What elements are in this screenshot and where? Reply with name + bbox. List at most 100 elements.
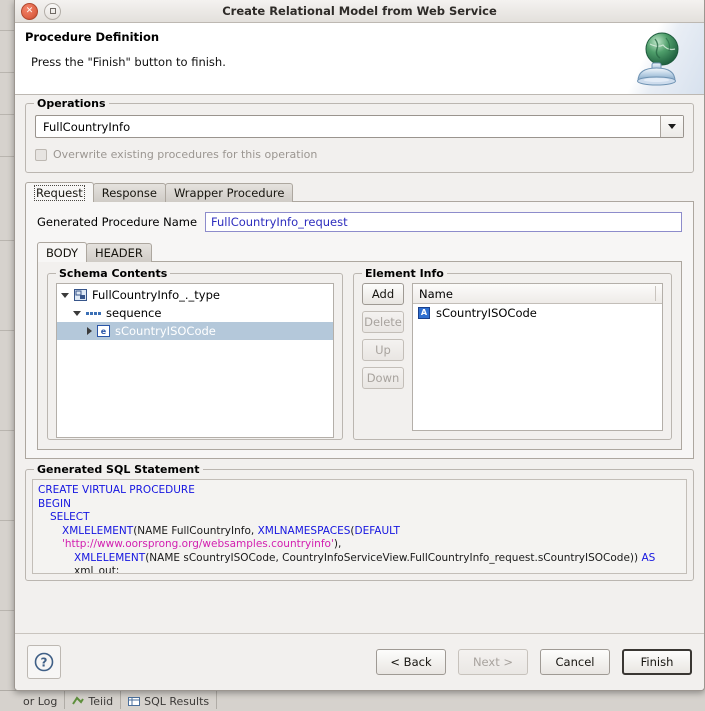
wizard-page-body: Operations FullCountryInfo Overwrite exi… [15,95,704,633]
operations-group: Operations FullCountryInfo Overwrite exi… [25,97,694,173]
chevron-down-icon[interactable] [660,116,683,137]
down-button: Down [362,367,404,389]
body-header-tabfolder[interactable]: BODY HEADER [37,242,682,262]
table-header: Name [413,284,662,304]
sequence-icon [86,309,101,317]
page-title: Procedure Definition [25,30,160,44]
sql-line: SELECT [38,511,681,525]
sql-token: XMLELEMENT [74,551,146,564]
expand-twisty-icon[interactable] [61,292,69,298]
generated-procedure-name-label: Generated Procedure Name [37,215,198,229]
bg-tab-error-log[interactable]: or Log [0,691,66,709]
generated-sql-legend: Generated SQL Statement [34,463,203,476]
sql-token: DEFAULT [354,524,400,537]
sql-token: ), [333,538,342,550]
schema-contents-legend: Schema Contents [56,267,171,280]
table-cell-name: sCountryISOCode [436,306,537,320]
sql-line: XMLELEMENT(NAME FullCountryInfo, XMLNAME… [38,525,681,552]
sql-results-icon [128,696,141,707]
window-title-bar: ✕ Create Relational Model from Web Servi… [15,0,704,23]
tab-body-label: BODY [46,245,78,260]
operations-group-legend: Operations [34,97,109,110]
attribute-icon: A [418,307,430,319]
bg-tab-label: Teiid [88,694,114,708]
tree-node-complex-type[interactable]: FullCountryInfo_._type [57,286,333,304]
column-header-name[interactable]: Name [413,287,662,301]
overwrite-checkbox-label: Overwrite existing procedures for this o… [53,148,318,161]
sql-token: SELECT [50,511,90,523]
tree-node-scountryisocode[interactable]: e sCountryISOCode [57,322,333,340]
tree-node-label: sCountryISOCode [115,324,216,338]
wizard-footer: ? < Back Next > Cancel Finish [15,633,704,690]
schema-contents-group: Schema Contents FullCountryInfo_._type s… [47,267,343,440]
sql-token: (NAME FullCountryInfo, [133,524,258,537]
workbench-view-tabs[interactable]: or Log Teiid SQL Results [0,690,440,711]
expand-twisty-icon[interactable] [73,310,81,316]
wizard-dialog: ✕ Create Relational Model from Web Servi… [14,0,705,691]
restore-icon[interactable] [44,2,61,20]
sql-token: BEGIN [38,497,71,510]
operation-combobox[interactable]: FullCountryInfo [35,115,684,138]
teiid-icon [72,695,85,707]
tab-header[interactable]: HEADER [86,243,152,262]
sql-token: XMLNAMESPACES [257,524,351,537]
help-button[interactable]: ? [27,645,61,679]
tab-body[interactable]: BODY [37,242,87,262]
generated-sql-text[interactable]: CREATE VIRTUAL PROCEDURE BEGIN SELECT XMLEL… [32,479,687,574]
generated-procedure-name-input[interactable] [205,212,682,232]
collapse-twisty-icon[interactable] [87,327,92,335]
svg-text:?: ? [41,656,48,670]
tab-response-label: Response [101,186,157,200]
request-tab-panel: Generated Procedure Name BODY HEADER Sch… [25,201,694,459]
finish-button[interactable]: Finish [622,649,692,675]
window-title: Create Relational Model from Web Service [222,4,497,18]
cancel-button[interactable]: Cancel [540,649,610,675]
tree-node-label: FullCountryInfo_._type [92,288,220,302]
element-info-buttons: Add Delete Up Down [362,283,404,431]
overwrite-checkbox-row[interactable]: Overwrite existing procedures for this o… [35,148,684,161]
tab-header-label: HEADER [95,246,143,260]
close-icon[interactable]: ✕ [21,2,38,20]
element-info-group: Element Info Add Delete Up Down Name A s… [353,267,672,440]
page-description: Press the "Finish" button to finish. [31,55,226,69]
complex-type-icon [74,289,87,301]
sql-token: CREATE VIRTUAL PROCEDURE [38,484,195,496]
sql-token: 'http://www.oorsprong.org/websamples.cou… [62,538,334,550]
error-log-icon [7,696,19,707]
sql-token: AS [641,551,656,564]
bg-tab-label: SQL Results [144,694,210,708]
bg-tab-sql-results[interactable]: SQL Results [121,691,218,709]
generated-sql-group: Generated SQL Statement CREATE VIRTUAL P… [25,463,694,581]
generated-procedure-name-row: Generated Procedure Name [37,212,682,232]
bg-tab-teiid[interactable]: Teiid [65,691,122,709]
sql-token: (NAME sCountryISOCode, CountryInfoServic… [145,551,642,564]
tab-wrapper-procedure-label: Wrapper Procedure [173,186,285,200]
tab-wrapper-procedure[interactable]: Wrapper Procedure [164,183,294,202]
sql-line: BEGIN [38,498,681,512]
wizard-banner: Procedure Definition Press the "Finish" … [15,23,704,95]
schema-contents-tree[interactable]: FullCountryInfo_._type sequence e sCount… [56,283,334,438]
back-button[interactable]: < Back [376,649,446,675]
next-button: Next > [458,649,528,675]
delete-button: Delete [362,311,404,333]
add-button[interactable]: Add [362,283,404,305]
overwrite-checkbox[interactable] [35,148,47,161]
sql-line: CREATE VIRTUAL PROCEDURE [38,484,681,498]
tree-node-label: sequence [106,306,162,320]
sql-token: XMLELEMENT [62,524,134,537]
table-row[interactable]: A sCountryISOCode [413,304,662,322]
web-service-globe-icon [637,32,679,86]
column-resize-handle[interactable] [655,286,656,301]
up-button: Up [362,339,404,361]
tab-request[interactable]: Request [25,182,94,202]
request-response-tabfolder[interactable]: Request Response Wrapper Procedure [25,182,694,202]
element-info-legend: Element Info [362,267,447,280]
banner-artwork [612,23,704,94]
tree-node-sequence[interactable]: sequence [57,304,333,322]
element-info-table[interactable]: Name A sCountryISOCode [412,283,663,431]
tab-response[interactable]: Response [92,183,166,202]
body-tab-panel: Schema Contents FullCountryInfo_._type s… [37,261,682,450]
bg-tab-label: or Log [23,694,58,708]
sql-line: XMLELEMENT(NAME sCountryISOCode, Country… [38,551,681,574]
